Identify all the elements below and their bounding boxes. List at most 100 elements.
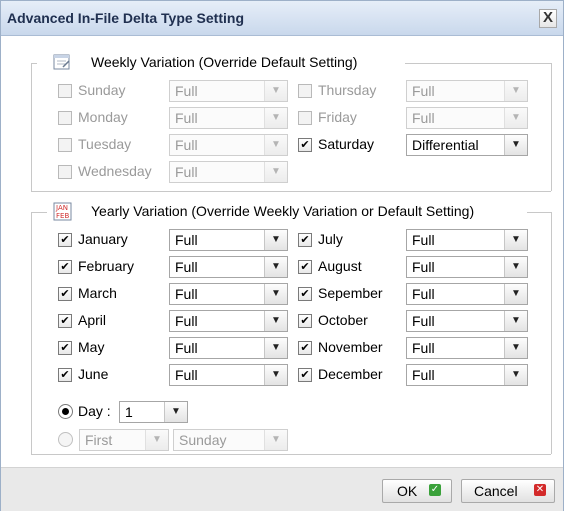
cancel-button[interactable]: Cancel ✕ <box>461 479 555 503</box>
weekday-select-saturday[interactable]: Differential ▼ <box>406 134 528 156</box>
checkbox-box[interactable] <box>58 84 72 98</box>
weekday-checkbox-wednesday[interactable]: Wednesday <box>58 161 168 183</box>
month-select-november[interactable]: Full ▼ <box>406 337 528 359</box>
chevron-down-icon[interactable]: ▼ <box>264 365 287 385</box>
select-value: Full <box>412 259 435 275</box>
month-checkbox-september[interactable]: ✔ Sepember <box>298 283 406 305</box>
chevron-down-icon[interactable]: ▼ <box>264 338 287 358</box>
checkbox-box[interactable]: ✔ <box>58 233 72 247</box>
month-checkbox-december[interactable]: ✔ December <box>298 364 406 386</box>
weekday-select-tuesday[interactable]: Full ▼ <box>169 134 288 156</box>
weekday-checkbox-thursday[interactable]: Thursday <box>298 80 406 102</box>
month-checkbox-january[interactable]: ✔ January <box>58 229 168 251</box>
weekday-select-thursday[interactable]: Full ▼ <box>406 80 528 102</box>
chevron-down-icon[interactable]: ▼ <box>264 135 287 155</box>
month-select-may[interactable]: Full ▼ <box>169 337 288 359</box>
weekday-label: Sunday <box>78 82 126 98</box>
chevron-down-icon[interactable]: ▼ <box>504 81 527 101</box>
checkbox-box[interactable] <box>298 84 312 98</box>
month-select-june[interactable]: Full ▼ <box>169 364 288 386</box>
chevron-down-icon[interactable]: ▼ <box>264 108 287 128</box>
weekday-checkbox-sunday[interactable]: Sunday <box>58 80 168 102</box>
chevron-down-icon[interactable]: ▼ <box>504 311 527 331</box>
month-select-october[interactable]: Full ▼ <box>406 310 528 332</box>
chevron-down-icon[interactable]: ▼ <box>264 284 287 304</box>
chevron-down-icon[interactable]: ▼ <box>504 365 527 385</box>
month-select-august[interactable]: Full ▼ <box>406 256 528 278</box>
day-radio[interactable]: Day : <box>58 401 118 423</box>
checkbox-box[interactable]: ✔ <box>58 341 72 355</box>
select-value: Differential <box>412 137 479 153</box>
month-checkbox-february[interactable]: ✔ February <box>58 256 168 278</box>
select-value: Full <box>175 110 198 126</box>
chevron-down-icon[interactable]: ▼ <box>504 108 527 128</box>
month-select-july[interactable]: Full ▼ <box>406 229 528 251</box>
check-icon: ✓ <box>429 484 441 496</box>
chevron-down-icon[interactable]: ▼ <box>264 81 287 101</box>
weekday-select-wednesday[interactable]: Full ▼ <box>169 161 288 183</box>
checkbox-box[interactable] <box>298 111 312 125</box>
weekday-checkbox-saturday[interactable]: ✔ Saturday <box>298 134 406 156</box>
chevron-down-icon[interactable]: ▼ <box>145 430 168 450</box>
month-select-january[interactable]: Full ▼ <box>169 229 288 251</box>
weekday-select-monday[interactable]: Full ▼ <box>169 107 288 129</box>
calendar-week-icon <box>53 53 71 71</box>
month-checkbox-august[interactable]: ✔ August <box>298 256 406 278</box>
day-select[interactable]: 1 ▼ <box>119 401 188 423</box>
weekday-checkbox-friday[interactable]: Friday <box>298 107 406 129</box>
checkbox-box[interactable]: ✔ <box>58 260 72 274</box>
weekday-select[interactable]: Sunday ▼ <box>173 429 288 451</box>
month-checkbox-may[interactable]: ✔ May <box>58 337 168 359</box>
month-label: March <box>78 285 117 301</box>
checkbox-box[interactable]: ✔ <box>298 314 312 328</box>
select-value: Full <box>175 232 198 248</box>
weekday-checkbox-tuesday[interactable]: Tuesday <box>58 134 168 156</box>
radio-button[interactable] <box>58 432 73 447</box>
checkbox-box[interactable]: ✔ <box>298 138 312 152</box>
ordinal-select[interactable]: First ▼ <box>79 429 169 451</box>
month-select-december[interactable]: Full ▼ <box>406 364 528 386</box>
weekday-ordinal-radio[interactable] <box>58 429 78 451</box>
chevron-down-icon[interactable]: ▼ <box>504 338 527 358</box>
chevron-down-icon[interactable]: ▼ <box>264 257 287 277</box>
month-select-september[interactable]: Full ▼ <box>406 283 528 305</box>
month-checkbox-april[interactable]: ✔ April <box>58 310 168 332</box>
chevron-down-icon[interactable]: ▼ <box>504 257 527 277</box>
checkbox-box[interactable]: ✔ <box>58 287 72 301</box>
checkbox-box[interactable]: ✔ <box>298 233 312 247</box>
weekday-select-friday[interactable]: Full ▼ <box>406 107 528 129</box>
month-checkbox-november[interactable]: ✔ November <box>298 337 406 359</box>
checkbox-box[interactable]: ✔ <box>58 314 72 328</box>
month-select-april[interactable]: Full ▼ <box>169 310 288 332</box>
checkbox-box[interactable]: ✔ <box>298 260 312 274</box>
weekday-checkbox-monday[interactable]: Monday <box>58 107 168 129</box>
weekly-group-title: Weekly Variation (Override Default Setti… <box>87 54 362 70</box>
chevron-down-icon[interactable]: ▼ <box>264 311 287 331</box>
checkbox-box[interactable] <box>58 165 72 179</box>
month-label: October <box>318 312 368 328</box>
checkbox-box[interactable]: ✔ <box>298 341 312 355</box>
checkbox-box[interactable] <box>58 111 72 125</box>
month-checkbox-july[interactable]: ✔ July <box>298 229 406 251</box>
checkbox-box[interactable]: ✔ <box>298 368 312 382</box>
checkbox-box[interactable]: ✔ <box>58 368 72 382</box>
checkbox-box[interactable] <box>58 138 72 152</box>
month-select-february[interactable]: Full ▼ <box>169 256 288 278</box>
chevron-down-icon[interactable]: ▼ <box>504 284 527 304</box>
chevron-down-icon[interactable]: ▼ <box>264 430 287 450</box>
ok-button[interactable]: OK ✓ <box>382 479 452 503</box>
chevron-down-icon[interactable]: ▼ <box>504 135 527 155</box>
checkbox-box[interactable]: ✔ <box>298 287 312 301</box>
month-label: November <box>318 339 383 355</box>
month-checkbox-june[interactable]: ✔ June <box>58 364 168 386</box>
chevron-down-icon[interactable]: ▼ <box>264 162 287 182</box>
radio-button[interactable] <box>58 404 73 419</box>
chevron-down-icon[interactable]: ▼ <box>504 230 527 250</box>
month-checkbox-march[interactable]: ✔ March <box>58 283 168 305</box>
month-select-march[interactable]: Full ▼ <box>169 283 288 305</box>
chevron-down-icon[interactable]: ▼ <box>264 230 287 250</box>
close-button[interactable]: X <box>539 9 557 28</box>
weekday-select-sunday[interactable]: Full ▼ <box>169 80 288 102</box>
month-checkbox-october[interactable]: ✔ October <box>298 310 406 332</box>
chevron-down-icon[interactable]: ▼ <box>164 402 187 422</box>
